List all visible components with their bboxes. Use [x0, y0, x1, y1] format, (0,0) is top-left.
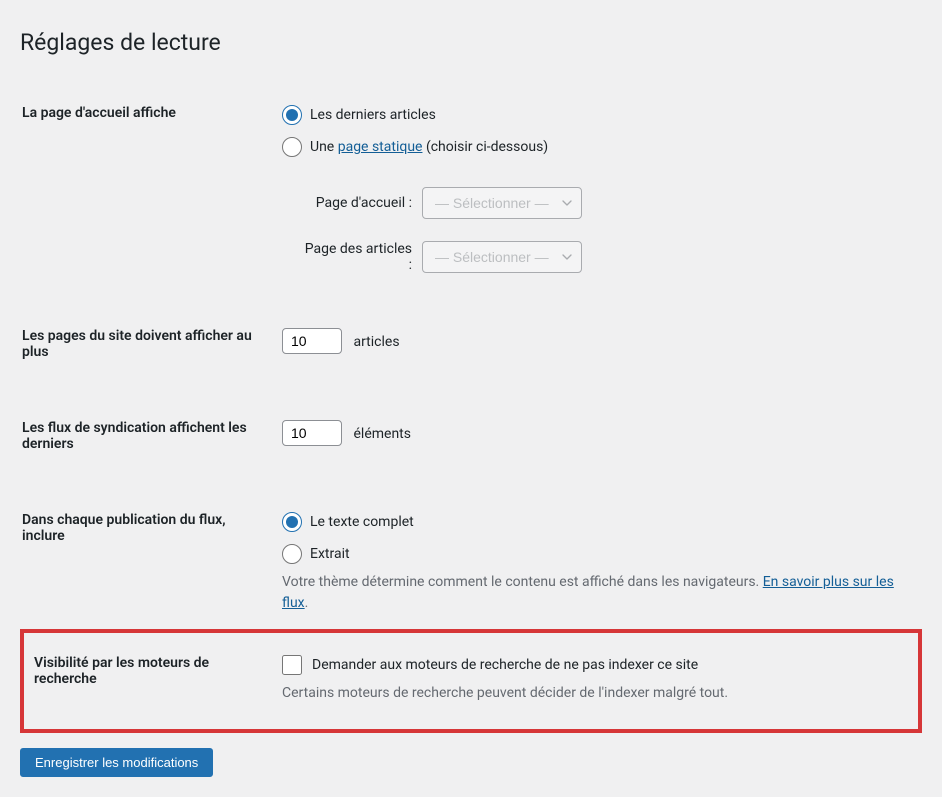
- feed-content-description: Votre thème détermine comment le contenu…: [282, 572, 910, 614]
- posts-per-page-label: Les pages du site doivent afficher au pl…: [22, 313, 272, 380]
- feed-items-label: Les flux de syndication affichent les de…: [22, 405, 272, 472]
- homepage-select-label: Page d'accueil :: [302, 195, 412, 211]
- posts-page-select-label: Page des articles :: [302, 241, 412, 273]
- homepage-display-label: La page d'accueil affiche: [22, 90, 272, 288]
- feed-items-input[interactable]: [282, 420, 342, 446]
- visibility-label: Visibilité par les moteurs de recherche: [22, 631, 272, 731]
- posts-per-page-suffix: articles: [353, 334, 399, 350]
- visibility-checkbox-label: Demander aux moteurs de recherche de ne …: [312, 657, 698, 673]
- static-page-link[interactable]: page statique: [338, 139, 423, 155]
- feed-full-label: Le texte complet: [310, 514, 414, 530]
- feed-full-radio[interactable]: [282, 512, 302, 532]
- homepage-latest-label: Les derniers articles: [310, 107, 436, 123]
- homepage-select[interactable]: — Sélectionner —: [422, 187, 582, 219]
- visibility-checkbox[interactable]: [282, 655, 302, 675]
- feed-excerpt-radio[interactable]: [282, 544, 302, 564]
- feed-content-label: Dans chaque publication du flux, inclure: [22, 497, 272, 631]
- save-button[interactable]: Enregistrer les modifications: [20, 748, 213, 777]
- feed-excerpt-label: Extrait: [310, 546, 350, 562]
- page-title: Réglages de lecture: [20, 20, 922, 60]
- posts-per-page-input[interactable]: [282, 328, 342, 354]
- homepage-static-label: Une page statique (choisir ci-dessous): [310, 139, 548, 155]
- feed-items-suffix: éléments: [353, 426, 411, 442]
- search-visibility-section: Visibilité par les moteurs de recherche …: [22, 631, 920, 731]
- visibility-description: Certains moteurs de recherche peuvent dé…: [282, 683, 908, 704]
- homepage-static-radio[interactable]: [282, 137, 302, 157]
- homepage-latest-radio[interactable]: [282, 105, 302, 125]
- posts-page-select[interactable]: — Sélectionner —: [422, 241, 582, 273]
